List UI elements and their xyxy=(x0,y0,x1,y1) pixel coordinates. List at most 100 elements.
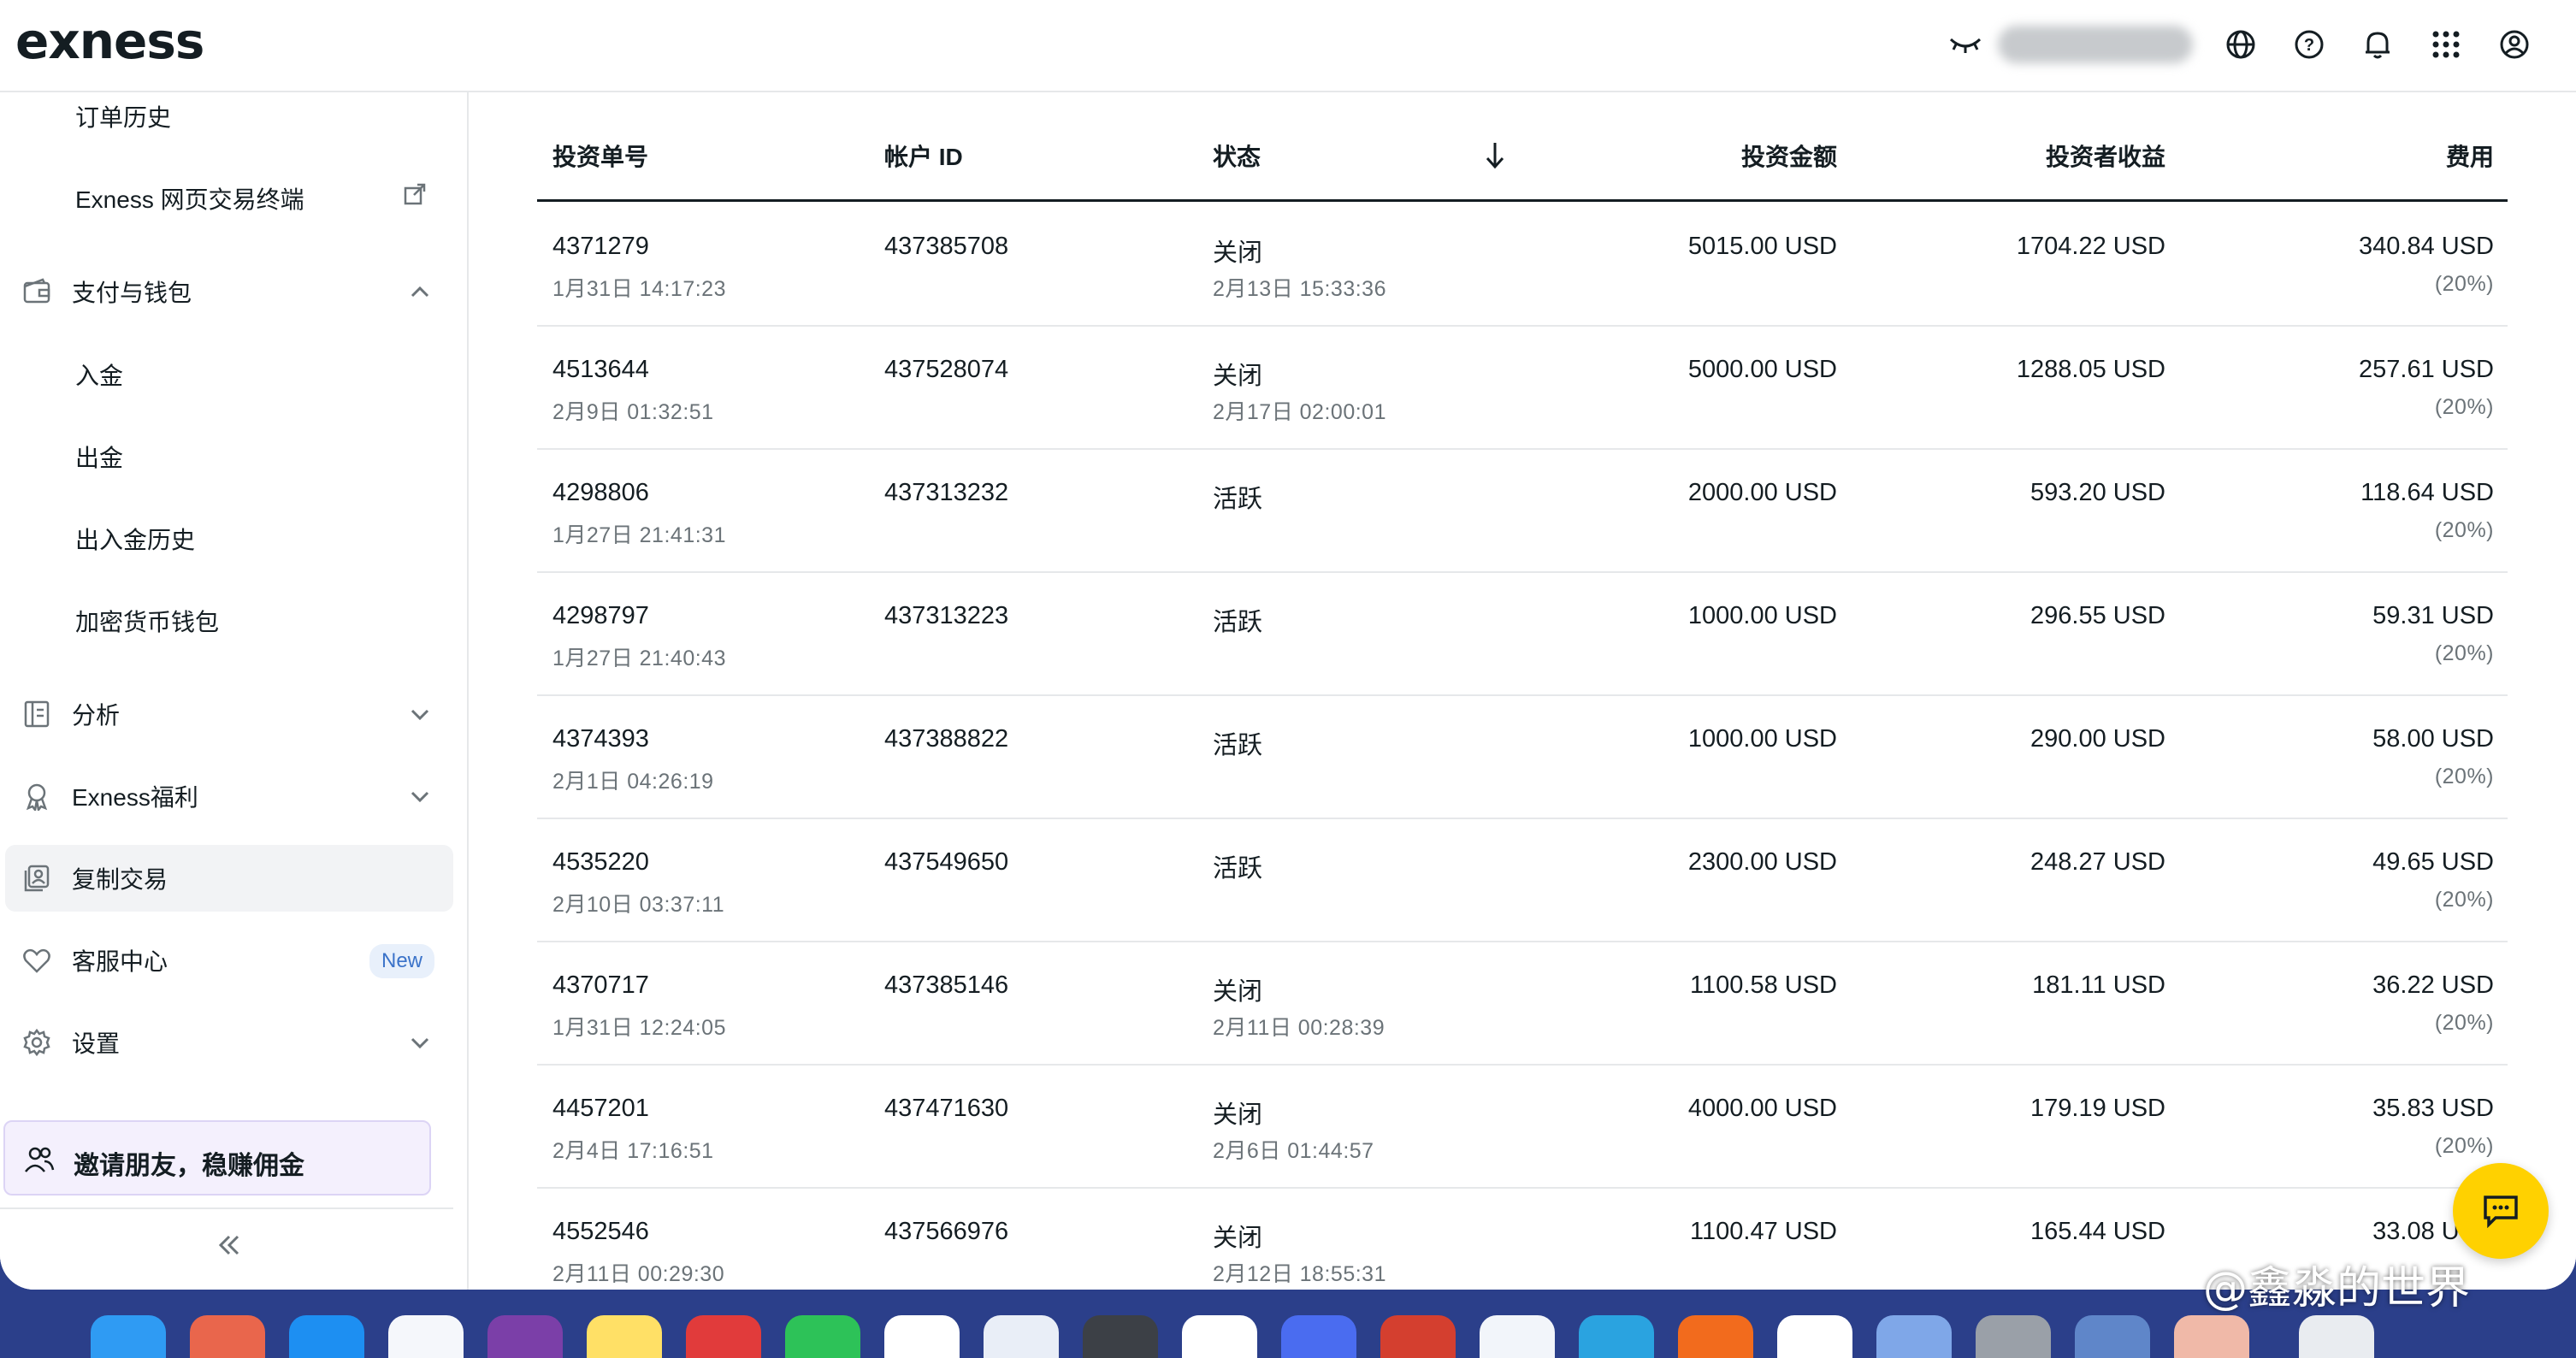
sidebar-item-withdraw[interactable]: 出金 xyxy=(75,440,123,474)
chatgpt-icon[interactable] xyxy=(1182,1315,1257,1358)
chat-icon xyxy=(2484,1196,2518,1228)
sidebar-item-analytics[interactable]: 分析 xyxy=(5,681,453,747)
table-row[interactable]: 4513644 2月9日 01:32:51 437528074 关闭 2月17日 02:… xyxy=(537,327,2508,450)
sidebar-item-support[interactable]: 客服中心 New xyxy=(5,927,453,994)
chevron-down-icon xyxy=(407,701,433,727)
header-amount[interactable]: 投资金额 xyxy=(1741,139,1837,173)
account-balance-blurred[interactable] xyxy=(1998,26,2193,63)
header-status[interactable]: 状态 xyxy=(1213,139,1261,173)
sidebar-item-order-history[interactable]: 订单历史 xyxy=(75,99,171,133)
wallet-icon xyxy=(21,275,53,308)
closed-time: 2月13日 15:33:36 xyxy=(1213,277,1386,301)
telegram-icon[interactable] xyxy=(1579,1315,1654,1358)
fee: 59.31 USD xyxy=(2372,602,2494,629)
table-row[interactable]: 4535220 2月10日 03:37:11 437549650 活跃 2300.00 … xyxy=(537,819,2508,942)
table-row[interactable]: 4371279 1月31日 14:17:23 437385708 关闭 2月13日 15… xyxy=(537,204,2508,327)
fee: 58.00 USD xyxy=(2372,725,2494,753)
fee: 35.83 USD xyxy=(2372,1095,2494,1122)
preview-icon[interactable] xyxy=(2075,1315,2150,1358)
fee-percent: (20%) xyxy=(2434,888,2494,912)
closed-time: 2月11日 00:28:39 xyxy=(1213,1016,1385,1040)
opened-time: 1月27日 21:41:31 xyxy=(552,523,726,547)
external-link-icon[interactable] xyxy=(402,181,428,207)
chat-button[interactable] xyxy=(2453,1163,2549,1259)
opened-time: 2月11日 00:29:30 xyxy=(552,1262,725,1286)
table-row[interactable]: 4298797 1月27日 21:40:43 437313223 活跃 1000.00 … xyxy=(537,573,2508,696)
app-store-icon[interactable] xyxy=(289,1315,364,1358)
sidebar-item-benefits[interactable]: Exness福利 xyxy=(5,763,453,830)
investment-id: 4298806 xyxy=(552,479,649,506)
amount: 1100.58 USD xyxy=(1690,971,1837,999)
sidebar-item-settings[interactable]: 设置 xyxy=(5,1009,453,1076)
investment-id: 4513644 xyxy=(552,356,649,383)
investor-profit: 290.00 USD xyxy=(2030,725,2165,753)
status: 活跃 xyxy=(1213,855,1263,883)
stack-icon[interactable] xyxy=(1083,1315,1158,1358)
header-fee[interactable]: 费用 xyxy=(2446,139,2494,173)
fee: 49.65 USD xyxy=(2372,848,2494,876)
sidebar-item-crypto-wallet[interactable]: 加密货币钱包 xyxy=(75,604,219,638)
investor-profit: 179.19 USD xyxy=(2030,1095,2165,1122)
bell-icon[interactable] xyxy=(2359,26,2396,63)
chevron-down-icon xyxy=(407,783,433,809)
app-window: exness ? 订单历史 Exness 网页交易终端 支付与钱包 入金 出金 … xyxy=(0,0,2576,1290)
sidebar: 订单历史 Exness 网页交易终端 支付与钱包 入金 出金 出入金历史 加密货… xyxy=(0,92,469,1290)
deepseek-icon[interactable] xyxy=(1281,1315,1356,1358)
red-app-icon[interactable] xyxy=(1777,1315,1852,1358)
invite-friends-banner[interactable]: 邀请朋友，稳赚佣金 xyxy=(3,1120,431,1196)
macos-dock xyxy=(65,1290,2374,1358)
closed-time: 2月6日 01:44:57 xyxy=(1213,1139,1374,1163)
orange-app-icon[interactable] xyxy=(1678,1315,1753,1358)
fee-percent: (20%) xyxy=(2434,1134,2494,1158)
sidebar-item-transfer-history[interactable]: 出入金历史 xyxy=(75,522,195,556)
sidebar-item-payments[interactable]: 支付与钱包 xyxy=(5,258,453,325)
rocket-icon[interactable] xyxy=(984,1315,1059,1358)
help-icon[interactable]: ? xyxy=(2290,26,2328,63)
fee-percent: (20%) xyxy=(2434,765,2494,788)
device-app-icon[interactable] xyxy=(1876,1315,1952,1358)
table-row[interactable]: 4370717 1月31日 12:24:05 437385146 关闭 2月11日 00… xyxy=(537,942,2508,1066)
table-row[interactable]: 4374393 2月1日 04:26:19 437388822 活跃 1000.00 U… xyxy=(537,696,2508,819)
status: 关闭 xyxy=(1213,239,1263,267)
account-icon[interactable] xyxy=(2496,26,2533,63)
apps-grid-icon[interactable] xyxy=(2427,26,2465,63)
sidebar-item-copy-trading[interactable]: 复制交易 xyxy=(5,845,453,912)
invite-label: 邀请朋友，稳赚佣金 xyxy=(74,1152,304,1180)
fee: 36.22 USD xyxy=(2372,971,2494,999)
investment-id: 4371279 xyxy=(552,233,649,260)
photo-app-icon[interactable] xyxy=(2174,1315,2249,1358)
globe-icon[interactable] xyxy=(2222,26,2260,63)
amount: 1000.00 USD xyxy=(1687,602,1837,629)
sidebar-item-label: 设置 xyxy=(72,1030,121,1057)
sidebar-item-deposit[interactable]: 入金 xyxy=(75,357,123,392)
table-row[interactable]: 4298806 1月27日 21:41:31 437313232 活跃 2000.00 … xyxy=(537,450,2508,573)
infuse-icon[interactable] xyxy=(884,1315,960,1358)
header-account-id[interactable]: 帐户 ID xyxy=(884,139,963,173)
gear-icon xyxy=(21,1026,53,1059)
divider xyxy=(0,1207,453,1209)
finder-icon[interactable] xyxy=(91,1315,166,1358)
wechat-icon[interactable] xyxy=(785,1315,860,1358)
fee-percent: (20%) xyxy=(2434,272,2494,296)
hide-balance-icon[interactable] xyxy=(1947,26,1984,63)
collapse-sidebar-icon[interactable] xyxy=(212,1228,246,1262)
chevron-down-icon xyxy=(407,1030,433,1055)
header-profit[interactable]: 投资者收益 xyxy=(2046,139,2165,173)
documents-icon[interactable] xyxy=(2299,1315,2374,1358)
safari-icon[interactable] xyxy=(388,1315,464,1358)
status: 关闭 xyxy=(1213,363,1263,390)
account-id: 437528074 xyxy=(884,356,1009,383)
notes-icon[interactable] xyxy=(587,1315,662,1358)
settings-app-icon[interactable] xyxy=(1976,1315,2051,1358)
calendar-icon[interactable] xyxy=(1480,1315,1555,1358)
sort-arrow-down-icon[interactable] xyxy=(1485,140,1505,169)
account-id: 437385146 xyxy=(884,971,1009,999)
launchpad-icon[interactable] xyxy=(190,1315,265,1358)
header-investment-id[interactable]: 投资单号 xyxy=(552,139,648,173)
table-row[interactable]: 4457201 2月4日 17:16:51 437471630 关闭 2月6日 01:4… xyxy=(537,1066,2508,1189)
sidebar-item-web-terminal[interactable]: Exness 网页交易终端 xyxy=(75,181,304,216)
exness-logo[interactable]: exness xyxy=(15,12,204,70)
anydesk-icon[interactable] xyxy=(1380,1315,1456,1358)
firefox-icon[interactable] xyxy=(487,1315,563,1358)
netease-music-icon[interactable] xyxy=(686,1315,761,1358)
